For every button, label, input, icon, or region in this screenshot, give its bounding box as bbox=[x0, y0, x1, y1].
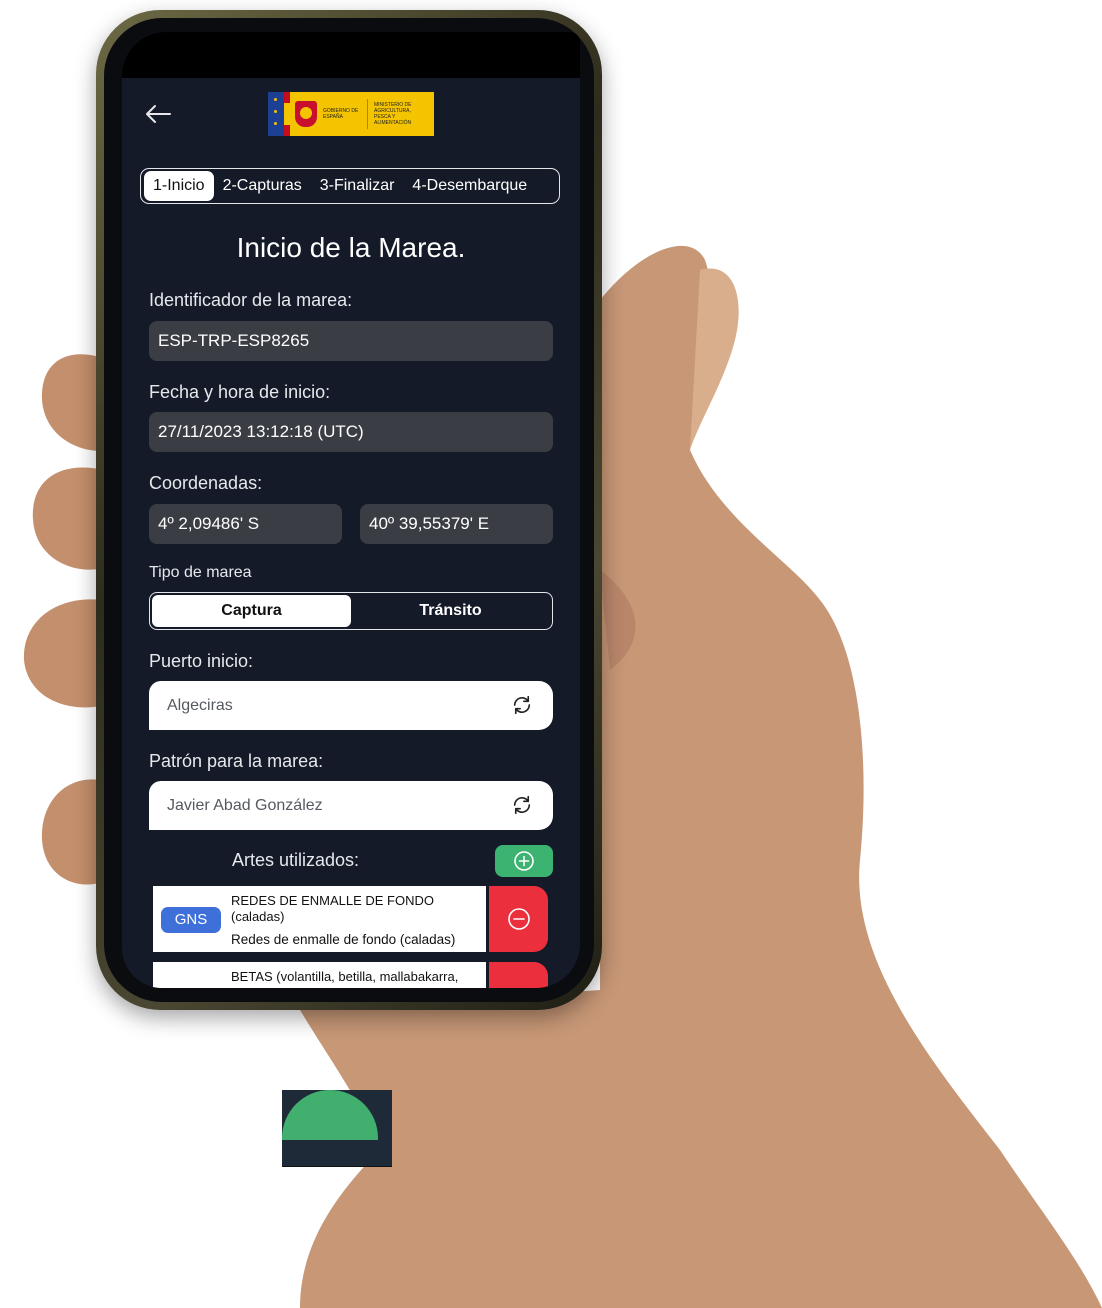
fecha-field[interactable]: 27/11/2023 13:12:18 (UTC) bbox=[149, 412, 553, 452]
status-bar bbox=[122, 32, 580, 78]
fecha-label: Fecha y hora de inicio: bbox=[149, 382, 331, 402]
logo-divider bbox=[367, 99, 368, 129]
delete-arte-button[interactable] bbox=[489, 962, 548, 988]
page-title: Inicio de la Marea. bbox=[236, 232, 466, 263]
identificador-field[interactable]: ESP-TRP-ESP8265 bbox=[149, 321, 553, 361]
logo-text-gobierno: GOBIERNO DE ESPAÑA bbox=[323, 108, 359, 120]
arte-item[interactable]: BETAS (volantilla, betilla, mallabakarra… bbox=[153, 962, 486, 988]
arte-name: BETAS (volantilla, betilla, mallabakarra… bbox=[231, 969, 459, 984]
latitude-field[interactable]: 4º 2,09486' S bbox=[149, 504, 342, 544]
tab-capturas[interactable]: 2-Capturas bbox=[214, 171, 311, 201]
back-arrow-icon[interactable] bbox=[144, 102, 172, 126]
step-tabs: 1-Inicio 2-Capturas 3-Finalizar 4-Desemb… bbox=[140, 168, 560, 204]
plus-circle-icon bbox=[514, 851, 534, 871]
refresh-icon[interactable] bbox=[511, 694, 533, 716]
refresh-icon[interactable] bbox=[511, 794, 533, 816]
patron-value: Javier Abad González bbox=[167, 797, 323, 814]
artes-label: Artes utilizados: bbox=[232, 850, 360, 870]
longitude-field[interactable]: 40º 39,55379' E bbox=[360, 504, 553, 544]
app-screen: GOBIERNO DE ESPAÑA MINISTERIO DE AGRICUL… bbox=[122, 32, 580, 988]
tab-desembarque[interactable]: 4-Desembarque bbox=[403, 171, 529, 201]
patron-label: Patrón para la marea: bbox=[149, 751, 324, 771]
coat-of-arms-icon bbox=[295, 101, 317, 127]
tipo-marea-label: Tipo de marea bbox=[149, 564, 252, 581]
puerto-value: Algeciras bbox=[167, 697, 233, 714]
minus-circle-icon bbox=[508, 908, 530, 930]
puerto-label: Puerto inicio: bbox=[149, 651, 254, 671]
spain-flag-icon bbox=[284, 92, 290, 136]
logo-text-ministerio: MINISTERIO DE AGRICULTURA, PESCA Y ALIME… bbox=[374, 102, 412, 126]
coordenadas-label: Coordenadas: bbox=[149, 473, 263, 493]
puerto-select[interactable]: Algeciras bbox=[149, 681, 553, 730]
identificador-label: Identificador de la marea: bbox=[149, 290, 353, 310]
eu-flag-icon bbox=[268, 92, 284, 136]
arte-description: Redes de enmalle de fondo (caladas) bbox=[231, 932, 456, 947]
segment-transito[interactable]: Tránsito bbox=[351, 595, 550, 627]
tab-finalizar[interactable]: 3-Finalizar bbox=[311, 171, 404, 201]
tipo-marea-segmented-control: Captura Tránsito bbox=[149, 592, 553, 630]
segment-captura[interactable]: Captura bbox=[152, 595, 351, 627]
arte-code-badge: GNS bbox=[161, 907, 221, 933]
patron-select[interactable]: Javier Abad González bbox=[149, 781, 553, 830]
delete-arte-button[interactable] bbox=[489, 886, 548, 952]
arte-name: REDES DE ENMALLE DE FONDO (caladas) bbox=[231, 893, 434, 924]
add-arte-button[interactable] bbox=[495, 845, 553, 877]
government-logo: GOBIERNO DE ESPAÑA MINISTERIO DE AGRICUL… bbox=[268, 92, 434, 136]
tab-inicio[interactable]: 1-Inicio bbox=[144, 171, 214, 201]
background-button-fragment bbox=[282, 1090, 392, 1167]
arte-item[interactable]: GNS REDES DE ENMALLE DE FONDO (caladas) … bbox=[153, 886, 486, 952]
